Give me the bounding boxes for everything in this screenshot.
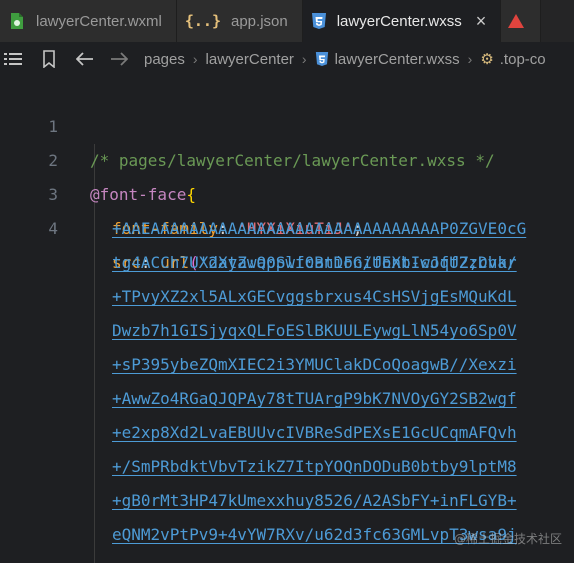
- back-arrow-icon[interactable]: [74, 52, 96, 66]
- forward-arrow-icon[interactable]: [108, 52, 130, 66]
- bookmark-icon[interactable]: [38, 50, 60, 68]
- url-string: Dwzb7h1GISjyqxQLFoESlBKUULEywgLlN54yo6Sp…: [112, 321, 517, 340]
- url-string: +TPvyXZ2xl5ALxGECvggsbrxus4CsHSVjgEsMQuK…: [112, 287, 517, 306]
- close-icon[interactable]: ×: [476, 11, 487, 32]
- breadcrumb-item-file[interactable]: lawyerCenter.wxss: [335, 51, 460, 68]
- breadcrumb-item-pages[interactable]: pages: [144, 51, 185, 68]
- json-braces-icon: {..}: [184, 12, 221, 30]
- menu-list-icon[interactable]: [2, 52, 24, 66]
- chevron-right-icon: ›: [192, 51, 198, 67]
- css-file-icon: [315, 51, 329, 67]
- tab-label: lawyerCenter.wxss: [336, 12, 462, 30]
- tab-lawyercenter-wxss[interactable]: lawyerCenter.wxss ×: [302, 0, 502, 42]
- tab-label: lawyerCenter.wxml: [36, 12, 162, 30]
- tab-overflow[interactable]: [501, 0, 542, 42]
- tab-lawyercenter-wxml[interactable]: lawyerCenter.wxml: [0, 0, 177, 42]
- wrapped-line: +/SmPRbdktVbvTzikZ7ItpYOQnDODuB0btby9lpt…: [0, 450, 574, 484]
- wrapped-line: +e2xp8Xd2LvaEBUUvcIVBReSdPEXsE1GcUCqmAFQ…: [0, 416, 574, 450]
- wrapped-line: +sP395ybeZQmXIEC2i3YMUClakDCoQoagwB//Xex…: [0, 348, 574, 382]
- watermark: @稀土掘金技术社区: [453, 532, 562, 546]
- breadcrumb-item-selector[interactable]: .top-co: [500, 51, 546, 68]
- css-file-icon: [311, 12, 327, 30]
- tab-app-json[interactable]: {..} app.json: [176, 0, 303, 42]
- url-string: +/SmPRbdktVbvTzikZ7ItpYOQnDODuB0btby9lpt…: [112, 457, 517, 476]
- tab-label: app.json: [231, 12, 288, 30]
- wrapped-line: +gB0rMt3HP47kUmexxhuy8526/A2ASbFY+inFLGY…: [0, 484, 574, 518]
- url-string: +gB0rMt3HP47kUmexxhuy8526/A2ASbFY+inFLGY…: [112, 491, 517, 510]
- code-line: 4 src: url('data:application/font-woff2;…: [0, 178, 574, 272]
- breadcrumb-item-folder[interactable]: lawyerCenter: [206, 51, 294, 68]
- wrapped-line: +AwwZo4RGaQJQPAy78tTUArgP9bK7NVOyGY2SB2w…: [0, 382, 574, 416]
- chevron-right-icon: ›: [301, 51, 307, 67]
- warning-icon: [508, 14, 525, 28]
- code-line: 1 /* pages/lawyerCenter/lawyerCenter.wxs…: [0, 76, 574, 170]
- selector-symbol-icon: ⚙: [480, 51, 494, 68]
- url-string: +AAEAAAAAAAAAAAAAAAAAAAAAAAAAAAAAAP0ZGVE…: [112, 219, 527, 238]
- url-string: tg4ACCh7UX2XyZwQ0Swf0BnDFGiUEXbIcJqUZzDv…: [112, 253, 517, 272]
- wrapped-line: +AAEAAAAAAAAAAAAAAAAAAAAAAAAAAAAAAP0ZGVE…: [0, 212, 574, 246]
- chevron-right-icon: ›: [467, 51, 473, 67]
- wxml-file-icon: [8, 12, 26, 30]
- url-string: +sP395ybeZQmXIEC2i3YMUClakDCoQoagwB//Xex…: [112, 355, 517, 374]
- wrapped-line: +TPvyXZ2xl5ALxGECvggsbrxus4CsHSVjgEsMQuK…: [0, 280, 574, 314]
- url-string: +e2xp8Xd2LvaEBUUvcIVBReSdPEXsE1GcUCqmAFQ…: [112, 423, 517, 442]
- code-editor[interactable]: 1 /* pages/lawyerCenter/lawyerCenter.wxs…: [0, 76, 574, 563]
- editor-tab-bar: lawyerCenter.wxml {..} app.json lawyerCe…: [0, 0, 574, 42]
- wrapped-line: Dwzb7h1GISjyqxQLFoESlBKUULEywgLlN54yo6Sp…: [0, 314, 574, 348]
- code-line: 3 font-family: 'HYXiXiuTiJ';: [0, 144, 574, 238]
- breadcrumb: pages › lawyerCenter › lawyerCenter.wxss…: [0, 42, 574, 76]
- wrapped-line: tg4ACCh7UX2XyZwQ0Swf0BnDFGiUEXbIcJqUZzDv…: [0, 246, 574, 280]
- url-string: +AwwZo4RGaQJQPAy78tTUArgP9bK7NVOyGY2SB2w…: [112, 389, 517, 408]
- code-line: 2 @font-face{: [0, 110, 574, 204]
